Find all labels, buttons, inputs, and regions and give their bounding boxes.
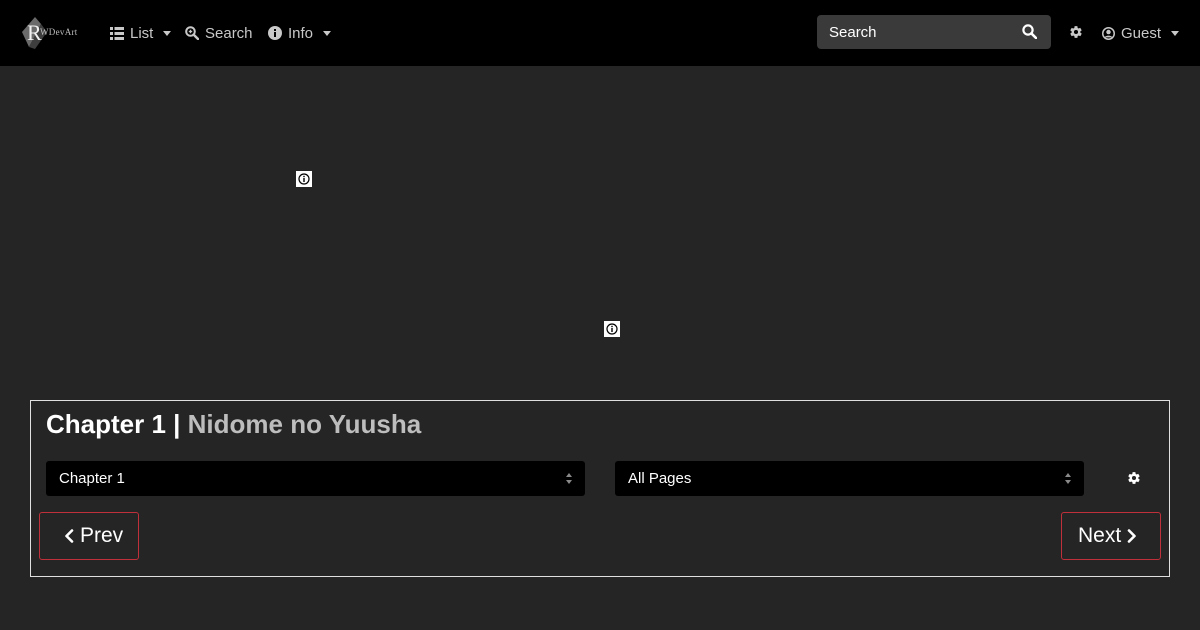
nav-list-menu[interactable]: List bbox=[110, 22, 172, 44]
gear-icon bbox=[1128, 472, 1140, 484]
chapter-select[interactable]: Chapter 1 bbox=[46, 461, 585, 496]
select-arrows-icon bbox=[1065, 473, 1071, 484]
nav-search-label: Search bbox=[205, 24, 253, 42]
search-input[interactable] bbox=[817, 23, 1007, 41]
next-label: Next bbox=[1078, 524, 1122, 547]
broken-image-icon bbox=[298, 173, 310, 185]
chevron-right-icon bbox=[1127, 529, 1136, 543]
page-select[interactable]: All Pages bbox=[615, 461, 1084, 496]
user-label: Guest bbox=[1121, 24, 1162, 42]
reader-settings-button[interactable] bbox=[1127, 471, 1141, 490]
chevron-left-icon bbox=[65, 529, 74, 543]
next-chapter-button[interactable]: Next bbox=[1061, 512, 1161, 560]
search-submit-button[interactable] bbox=[1022, 24, 1038, 44]
page-select-value: All Pages bbox=[628, 470, 692, 487]
page-title: Chapter 1 | Nidome no Yuusha bbox=[46, 409, 421, 440]
nav-info-label: Info bbox=[288, 24, 314, 42]
site-logo[interactable]: R WDevArt bbox=[17, 13, 85, 51]
nav-search-link[interactable]: Search bbox=[185, 22, 253, 44]
broken-image-placeholder bbox=[604, 321, 620, 337]
user-circle-icon bbox=[1102, 26, 1115, 40]
nav-info-menu[interactable]: Info bbox=[268, 22, 332, 44]
top-navbar: R WDevArt List Search Info Search Guest bbox=[0, 0, 1200, 66]
chevron-down-icon bbox=[323, 30, 332, 36]
chapter-label: Chapter 1 | bbox=[46, 409, 181, 439]
search-form bbox=[817, 15, 1051, 49]
info-icon bbox=[268, 26, 282, 40]
series-title-link[interactable]: Nidome no Yuusha bbox=[188, 409, 422, 439]
broken-image-icon bbox=[606, 323, 618, 335]
prev-label: Prev bbox=[80, 524, 124, 547]
chevron-down-icon bbox=[1171, 30, 1180, 36]
search-zoom-icon bbox=[185, 26, 199, 40]
prev-chapter-button[interactable]: Prev bbox=[39, 512, 139, 560]
chapter-reader-panel: Chapter 1 | Nidome no Yuusha Chapter 1 A… bbox=[30, 400, 1170, 577]
user-menu[interactable]: Guest bbox=[1102, 22, 1180, 44]
chevron-down-icon bbox=[163, 30, 172, 36]
select-arrows-icon bbox=[566, 473, 572, 484]
settings-button[interactable] bbox=[1069, 25, 1083, 44]
chapter-select-value: Chapter 1 bbox=[59, 470, 125, 487]
broken-image-placeholder bbox=[296, 171, 312, 187]
search-icon bbox=[1022, 24, 1038, 40]
nav-list-label: List bbox=[130, 24, 154, 42]
list-icon bbox=[110, 26, 124, 40]
logo-text: WDevArt bbox=[40, 27, 78, 37]
gear-icon bbox=[1070, 26, 1082, 38]
